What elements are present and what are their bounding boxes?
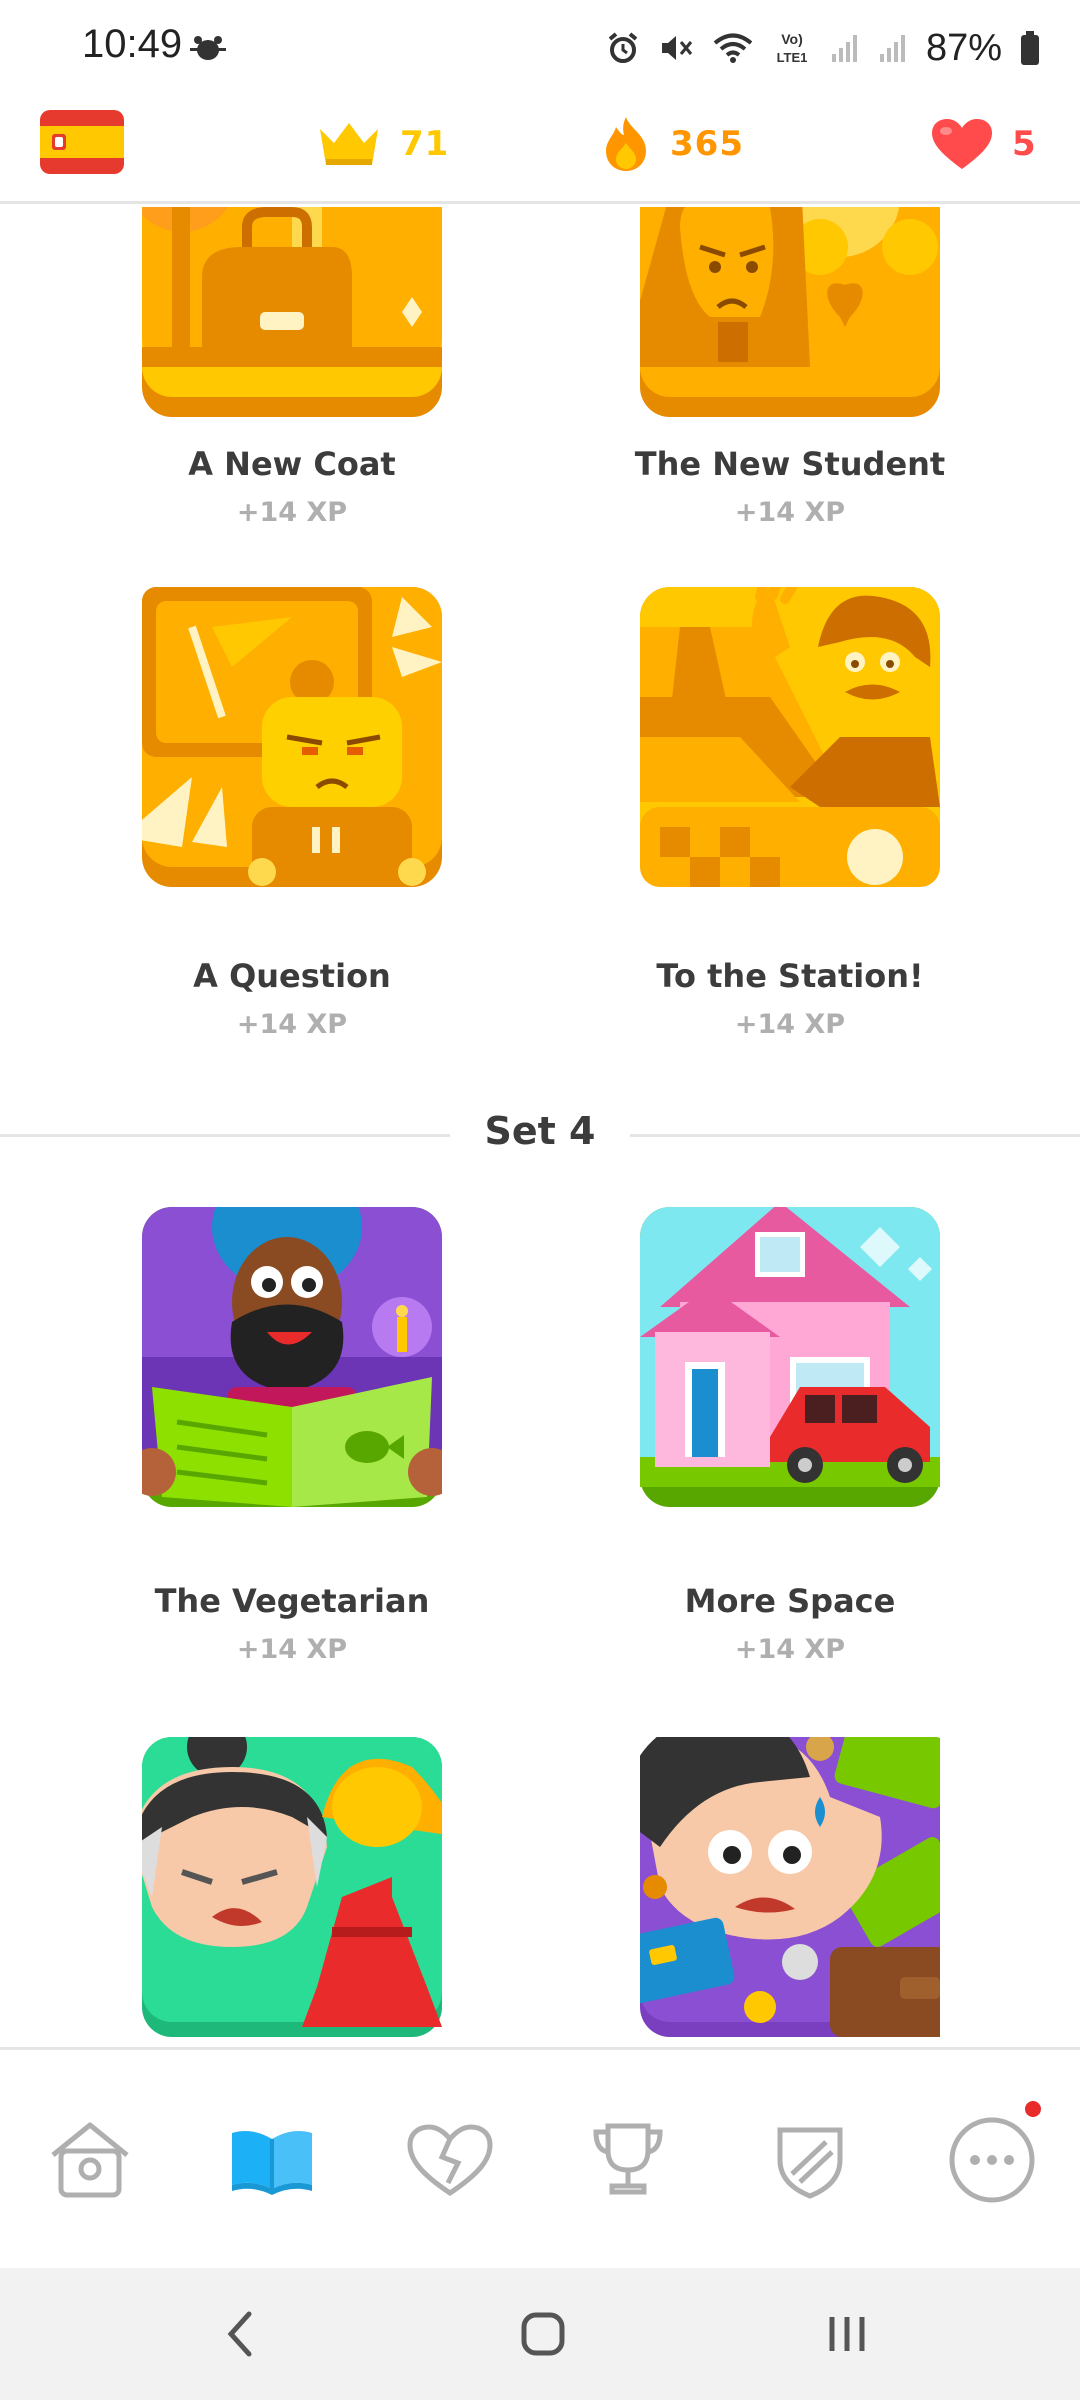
nav-more[interactable] [942, 2110, 1042, 2210]
story-title: A New Coat [188, 445, 396, 483]
story-card-the-vegetarian[interactable]: The Vegetarian +14 XP [92, 1207, 492, 1687]
broken-heart-icon [407, 2124, 493, 2197]
signal-icon [831, 35, 857, 62]
story-art-the-new-student [640, 207, 940, 417]
stories-book-icon [232, 2131, 312, 2195]
flame-icon [606, 117, 646, 171]
recents-icon [829, 2317, 865, 2351]
streak-counter[interactable]: 365 [600, 116, 744, 172]
story-title: The New Student [634, 445, 946, 483]
crowns-counter[interactable]: 71 [316, 116, 449, 172]
top-app-bar: 71 365 5 [0, 96, 1080, 204]
story-art-woman-red-dress [142, 1737, 442, 2037]
nav-stories[interactable] [222, 2110, 322, 2210]
set-label: Set 4 [484, 1109, 596, 1153]
battery-percent: 87% [925, 26, 1002, 69]
story-xp: +14 XP [734, 1009, 846, 1040]
home-button-icon [521, 2312, 565, 2356]
system-home-button[interactable] [508, 2304, 578, 2364]
story-title: A Question [193, 957, 391, 995]
spain-flag[interactable] [40, 110, 124, 174]
story-xp: +14 XP [236, 1634, 348, 1665]
alarm-icon [608, 32, 638, 63]
crowns-count: 71 [400, 124, 450, 164]
back-icon [227, 2311, 252, 2357]
home-icon [51, 2122, 129, 2198]
story-title: The Vegetarian [154, 1582, 430, 1620]
notification-dot [1022, 2098, 1044, 2120]
nav-shield[interactable] [760, 2110, 860, 2210]
story-xp: +14 XP [734, 1634, 846, 1665]
system-navigation-bar [0, 2268, 1080, 2400]
story-xp: +14 XP [236, 1009, 348, 1040]
story-art-to-the-station [640, 587, 940, 887]
signal-icon [879, 35, 905, 62]
status-time: 10:49 [82, 22, 183, 66]
mute-icon [661, 36, 693, 60]
story-art-a-question [142, 587, 442, 887]
trophy-icon [593, 2123, 663, 2195]
more-icon [949, 2117, 1035, 2203]
story-title: To the Station! [656, 957, 924, 995]
system-back-button[interactable] [205, 2304, 275, 2364]
status-bar: 10:49 Vo) LTE1 87% [0, 0, 1080, 96]
crown-icon [320, 123, 378, 165]
hearts-count: 5 [1012, 124, 1037, 164]
story-card-to-the-station[interactable]: To the Station! +14 XP [590, 587, 990, 1067]
nav-leaderboard[interactable] [578, 2110, 678, 2210]
nav-broken-heart[interactable] [400, 2110, 500, 2210]
notification-bug-icon [190, 36, 226, 60]
story-title: More Space [684, 1582, 896, 1620]
wifi-icon [713, 33, 753, 63]
story-card-a-question[interactable]: A Question +14 XP [92, 587, 492, 1067]
stories-list[interactable]: A New Coat +14 XP The New Student +14 XP [0, 207, 1080, 2047]
story-card-unnamed-2[interactable] [590, 1737, 990, 2047]
volte-icon: Vo) LTE1 [777, 31, 808, 65]
divider-line [630, 1134, 1080, 1137]
heart-icon [932, 119, 992, 169]
story-art-more-space [640, 1207, 940, 1507]
story-card-a-new-coat[interactable]: A New Coat +14 XP [92, 207, 492, 547]
shield-icon [777, 2127, 843, 2199]
set-divider: Set 4 [0, 1105, 1080, 1165]
story-card-unnamed-1[interactable] [92, 1737, 492, 2047]
story-xp: +14 XP [236, 497, 348, 528]
story-art-money-worry [640, 1737, 940, 2037]
story-xp: +14 XP [734, 497, 846, 528]
hearts-counter[interactable]: 5 [930, 116, 1037, 172]
story-card-the-new-student[interactable]: The New Student +14 XP [590, 207, 990, 547]
story-art-the-vegetarian [142, 1207, 442, 1507]
streak-count: 365 [670, 124, 744, 164]
story-art-a-new-coat [142, 207, 442, 417]
bottom-navigation [0, 2047, 1080, 2267]
system-recents-button[interactable] [812, 2304, 882, 2364]
battery-icon [1021, 31, 1039, 65]
story-card-more-space[interactable]: More Space +14 XP [590, 1207, 990, 1687]
svg-text:LTE1: LTE1 [777, 50, 808, 65]
svg-text:Vo): Vo) [781, 31, 803, 47]
divider-line [0, 1134, 450, 1137]
nav-home[interactable] [40, 2110, 140, 2210]
